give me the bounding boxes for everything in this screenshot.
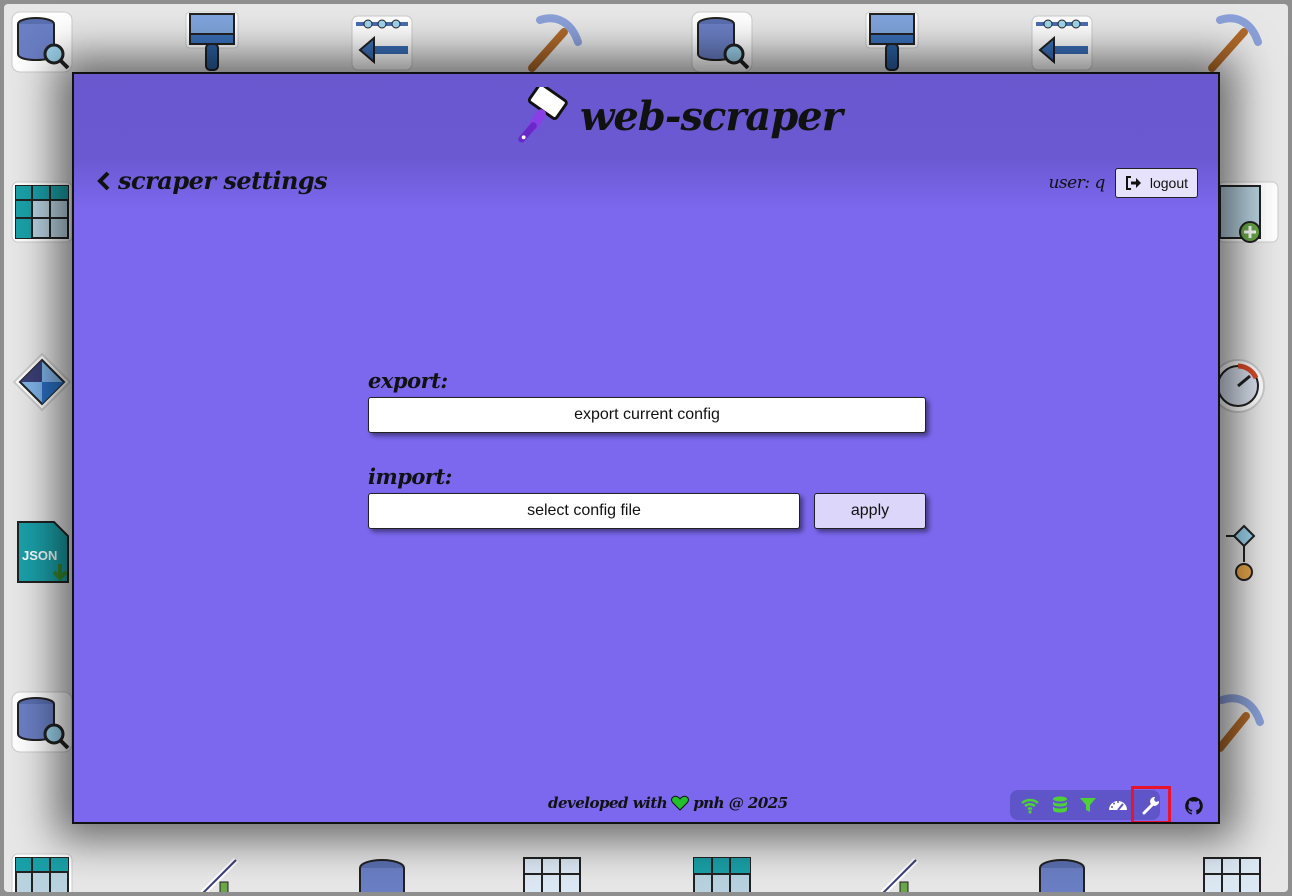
diamond-icon [10,350,74,414]
app-window: web-scraper scraper settings user: q log… [72,72,1220,824]
footer-text-after: pnh @ 2025 [693,794,788,812]
page-title: scraper settings [118,166,328,195]
flowchart-icon [1216,520,1280,584]
wifi-icon[interactable] [1018,794,1042,816]
pickaxe-icon [1200,10,1264,74]
json-file-icon: JSON [10,520,74,584]
table-icon [690,852,754,892]
database-icon [1030,852,1094,892]
footer-credit: developed with pnh @ 2025 [548,794,788,812]
database-icon [350,852,414,892]
database-icon[interactable] [1048,794,1072,816]
database-search-icon [10,690,74,754]
paint-brush-icon [180,10,244,74]
export-label: export: [368,368,448,393]
status-toolbar [1010,786,1171,822]
table-icon [10,180,74,244]
paint-brush-icon [860,10,924,74]
logout-label: logout [1149,175,1188,191]
dashboard-icon[interactable] [1106,794,1130,816]
back-button[interactable]: scraper settings [96,166,328,195]
undo-arrow-icon [1030,10,1094,74]
chart-growth-icon [860,852,924,892]
export-config-button[interactable]: export current config [368,397,926,433]
logout-button[interactable]: logout [1114,168,1198,198]
table-icon [10,852,74,892]
wrench-icon[interactable] [1131,786,1171,822]
pickaxe-icon [1216,690,1280,754]
table-icon [1200,852,1264,892]
gauge-icon [1216,350,1280,414]
undo-arrow-icon [350,10,414,74]
user-label: user: q [1048,173,1105,193]
brand: web-scraper [514,82,843,150]
paint-roller-logo-icon [518,87,568,143]
select-config-file-button[interactable]: select config file [368,493,800,529]
github-icon[interactable] [1184,796,1204,816]
database-search-icon [10,10,74,74]
table-add-icon [1216,180,1280,244]
svg-text:JSON: JSON [22,548,57,563]
header: web-scraper scraper settings user: q log… [74,74,1218,210]
import-label: import: [368,464,452,489]
app-title: web-scraper [580,92,843,140]
filter-icon[interactable] [1076,794,1100,816]
chevron-left-icon [97,171,110,190]
footer-text-before: developed with [548,794,668,812]
database-search-icon [690,10,754,74]
pickaxe-icon [520,10,584,74]
heart-icon [671,795,690,811]
table-icon [520,852,584,892]
apply-button[interactable]: apply [814,493,926,529]
sign-out-icon [1125,176,1141,190]
chart-growth-icon [180,852,244,892]
user-area: user: q logout [1048,168,1198,198]
